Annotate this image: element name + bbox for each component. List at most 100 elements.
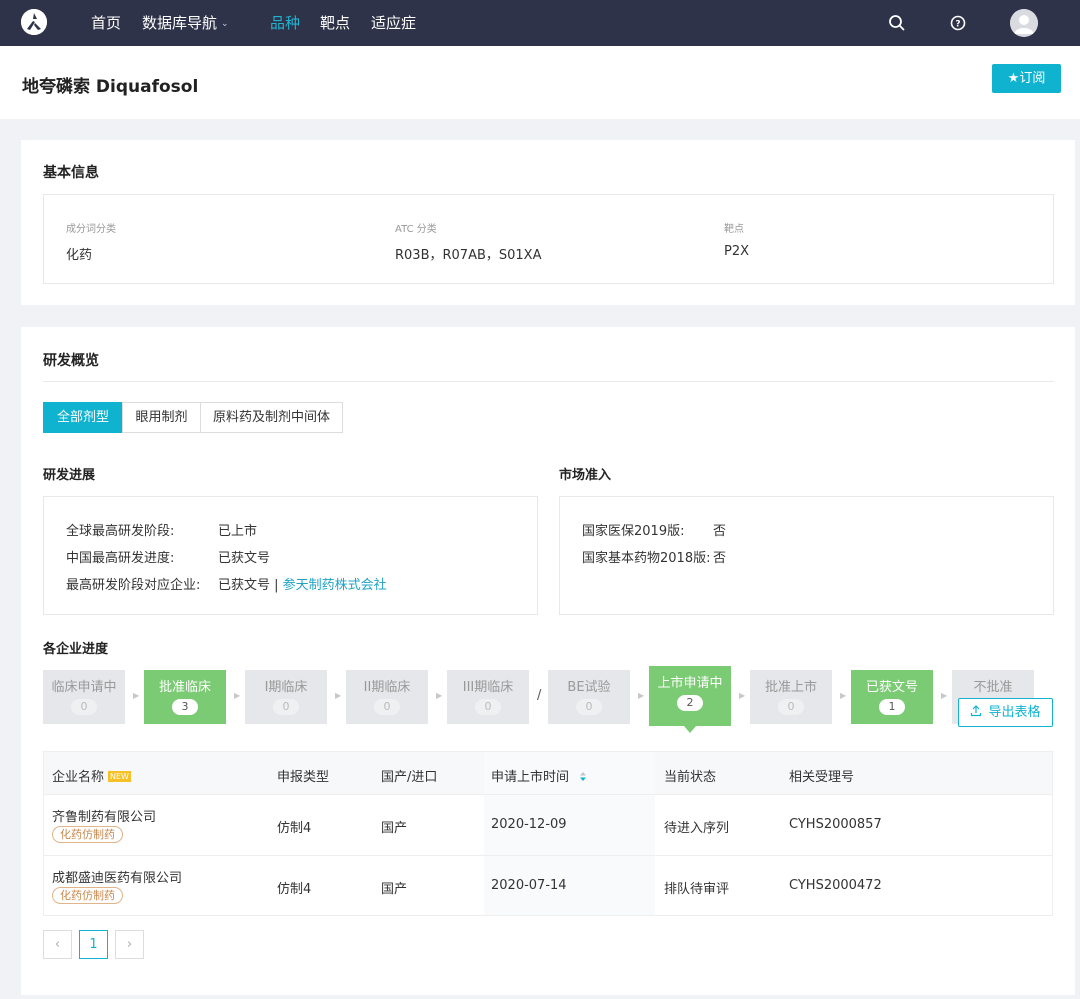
drug-type-tag: 化药仿制药 [52, 887, 123, 904]
sort-icon[interactable] [579, 771, 587, 782]
arrow-right-icon: ▶ [436, 691, 443, 700]
basic-info-box [43, 194, 1054, 284]
top-company-link[interactable]: 参天制药株式会社 [283, 578, 387, 593]
stage-count: 0 [374, 699, 400, 715]
tab-eye-preparation[interactable]: 眼用制剂 [122, 402, 201, 433]
field-label-category: 成分词分类 [66, 224, 116, 235]
nav-database[interactable]: 数据库导航 ⌄ [142, 0, 229, 46]
stage-approval-number[interactable]: 已获文号 1 [851, 670, 933, 724]
stage-label: II期临床 [363, 680, 411, 695]
top-company-value: 已获文号 | 参天制药株式会社 [218, 574, 387, 593]
nav-indication[interactable]: 适应症 [371, 0, 416, 46]
stage-be-trial[interactable]: BE试验 0 [548, 670, 630, 724]
nav-target[interactable]: 靶点 [320, 0, 350, 46]
market-access-title: 市场准入 [559, 468, 612, 483]
cell-date: 2020-07-14 [491, 878, 567, 893]
stage-count: 2 [677, 695, 703, 711]
stage-count: 1 [879, 699, 905, 715]
stage-phase-3[interactable]: III期临床 0 [447, 670, 529, 724]
accept-no-link[interactable]: CYHS2000472 [789, 878, 882, 893]
stage-label: 上市申请中 [657, 676, 723, 691]
col-company: 企业名称 NEW [52, 766, 131, 785]
nav-home[interactable]: 首页 [91, 0, 121, 46]
company-link[interactable]: 齐鲁制药有限公司 [52, 806, 156, 825]
nav-variety[interactable]: 品种 [270, 0, 300, 46]
col-status: 当前状态 [664, 770, 717, 785]
export-table-button[interactable]: 导出表格 [958, 698, 1053, 727]
drug-type-tag: 化药仿制药 [52, 826, 123, 843]
stage-label: 批准临床 [158, 680, 211, 695]
stage-marketing-application[interactable]: 上市申请中 2 [649, 666, 731, 733]
field-value-category: 化药 [66, 248, 93, 263]
tab-all-forms[interactable]: 全部剂型 [43, 402, 123, 433]
accept-no-link[interactable]: CYHS2000857 [789, 817, 882, 832]
stage-count: 0 [273, 699, 299, 715]
export-label: 导出表格 [988, 705, 1041, 720]
stage-count: 0 [475, 699, 501, 715]
cell-status: 排队待审评 [664, 882, 730, 897]
cell-status: 待进入序列 [664, 821, 730, 836]
stage-label: 已获文号 [865, 680, 918, 695]
cell-type: 仿制4 [277, 882, 312, 897]
arrow-right-icon: ▶ [739, 691, 746, 700]
stage-phase-2[interactable]: II期临床 0 [346, 670, 428, 724]
rd-progress-title: 研发进展 [43, 468, 96, 483]
stage-label: III期临床 [462, 680, 514, 695]
search-icon[interactable] [887, 13, 907, 33]
subscribe-button[interactable]: ★订阅 [992, 64, 1061, 93]
top-company-label: 最高研发阶段对应企业: [66, 578, 201, 593]
basic-info-title: 基本信息 [43, 165, 99, 181]
arrow-right-icon: ▶ [335, 691, 342, 700]
nhi-value: 否 [713, 524, 727, 539]
china-stage-label: 中国最高研发进度: [66, 551, 175, 566]
title-bar: 地夸磷索 Diquafosol ★订阅 [0, 46, 1080, 119]
nav-database-label: 数据库导航 [142, 14, 218, 32]
col-date-label: 申请上市时间 [491, 770, 570, 785]
stage-marketing-approved[interactable]: 批准上市 0 [750, 670, 832, 724]
col-origin: 国产/进口 [381, 770, 438, 785]
tab-api-intermediate[interactable]: 原料药及制剂中间体 [200, 402, 343, 433]
col-date[interactable]: 申请上市时间 [491, 766, 587, 785]
cell-date: 2020-12-09 [491, 817, 567, 832]
global-stage-label: 全球最高研发阶段: [66, 524, 175, 539]
stage-label: I期临床 [264, 680, 308, 695]
field-label-atc: ATC 分类 [395, 224, 437, 235]
stage-label: 批准上市 [764, 680, 817, 695]
essential-drug-value: 否 [713, 551, 727, 566]
stage-clinical-application[interactable]: 临床申请中 0 [43, 670, 125, 724]
stage-phase-1[interactable]: I期临床 0 [245, 670, 327, 724]
table-row: 成都盛迪医药有限公司 化药仿制药 仿制4 国产 2020-07-14 排队待审评… [44, 855, 1052, 916]
stage-count: 0 [576, 699, 602, 715]
company-table: 企业名称 NEW 申报类型 国产/进口 申请上市时间 当前状态 相关受理号 齐鲁制… [43, 751, 1053, 916]
company-link[interactable]: 成都盛迪医药有限公司 [52, 867, 182, 886]
col-accept-no: 相关受理号 [789, 770, 855, 785]
page-1-button[interactable]: 1 [79, 930, 108, 959]
avatar[interactable] [1010, 9, 1038, 37]
section-divider [43, 381, 1054, 382]
table-row: 齐鲁制药有限公司 化药仿制药 仿制4 国产 2020-12-09 待进入序列 C… [44, 794, 1052, 855]
cell-type: 仿制4 [277, 821, 312, 836]
field-value-target: P2X [724, 244, 750, 259]
stage-label: 临床申请中 [51, 680, 117, 695]
stage-label: 不批准 [973, 680, 1013, 695]
arrow-right-icon: ▶ [133, 691, 140, 700]
upload-icon [971, 705, 982, 717]
logo-icon[interactable] [21, 9, 47, 35]
china-stage-value: 已获文号 [218, 551, 271, 566]
help-icon[interactable]: ? [948, 13, 968, 33]
global-stage-value: 已上市 [218, 524, 258, 539]
new-badge: NEW [108, 771, 131, 782]
prev-page-button[interactable]: ‹ [43, 930, 72, 959]
page-title: 地夸磷索 Diquafosol [22, 77, 199, 97]
chevron-down-icon: ⌄ [221, 19, 229, 29]
svg-text:?: ? [955, 20, 960, 30]
nhi-label: 国家医保2019版: [582, 524, 685, 539]
arrow-right-icon: ▶ [840, 691, 847, 700]
cell-origin: 国产 [381, 882, 408, 897]
arrow-right-icon: ▶ [234, 691, 241, 700]
next-page-button[interactable]: › [115, 930, 144, 959]
stage-count: 0 [71, 699, 97, 715]
top-company-status: 已获文号 | [218, 578, 283, 593]
stage-count: 3 [172, 699, 198, 715]
stage-clinical-approved[interactable]: 批准临床 3 [144, 670, 226, 724]
